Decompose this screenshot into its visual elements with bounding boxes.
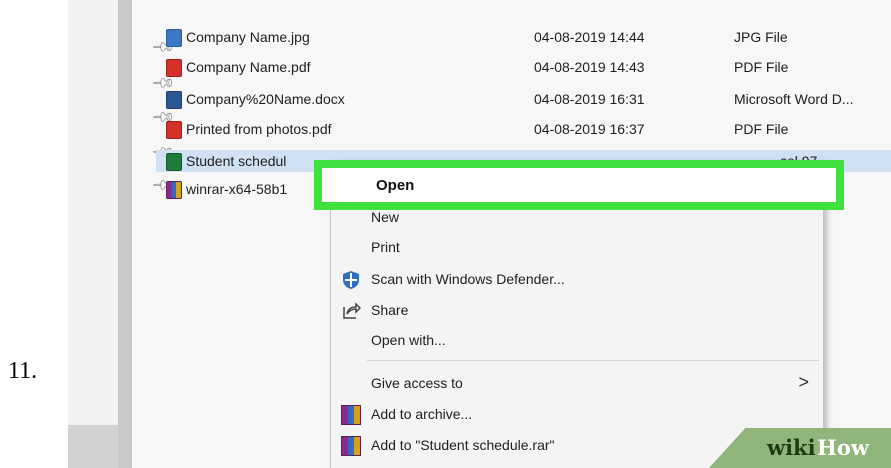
file-row[interactable]: Printed from photos.pdf 04-08-2019 16:37…: [156, 118, 891, 140]
menu-item-open-highlighted[interactable]: Open: [314, 160, 844, 210]
winrar-icon: [341, 405, 361, 425]
winrar-icon: [341, 436, 361, 456]
file-type: PDF File: [734, 59, 789, 75]
pdf-file-icon: [166, 121, 182, 139]
file-row[interactable]: Company Name.pdf 04-08-2019 14:43 PDF Fi…: [156, 56, 891, 78]
file-name: Company%20Name.docx: [186, 91, 345, 107]
file-name: Student schedul: [186, 153, 287, 169]
pane-splitter[interactable]: [118, 0, 132, 468]
excel-file-icon: [166, 153, 182, 171]
navigation-pane-footer: [68, 425, 118, 468]
menu-separator: [367, 360, 819, 361]
menu-item-print[interactable]: Print: [331, 233, 823, 263]
file-date: 04-08-2019 16:37: [534, 121, 645, 137]
pdf-file-icon: [166, 59, 182, 77]
navigation-pane: [68, 0, 118, 468]
file-date: 04-08-2019 14:44: [534, 29, 645, 45]
file-name: Company Name.jpg: [186, 29, 310, 45]
share-icon: [343, 302, 361, 319]
file-date: 04-08-2019 16:31: [534, 91, 645, 107]
file-name: Company Name.pdf: [186, 59, 311, 75]
watermark-wiki: wiki: [767, 435, 816, 460]
menu-item-label: Give access to: [371, 375, 463, 391]
watermark-how: How: [817, 435, 869, 460]
menu-item-label: Scan with Windows Defender...: [371, 271, 565, 287]
file-explorer-screenshot: 📌︎ 📌︎ 📌︎ 📌︎ 📌︎ Company Name.jpg 04-08-20…: [68, 0, 891, 468]
menu-item-label: Open with...: [371, 332, 446, 348]
menu-item-label: Print: [371, 239, 400, 255]
image-file-icon: [166, 29, 182, 47]
menu-item-share[interactable]: Share: [331, 296, 823, 326]
file-date: 04-08-2019 14:43: [534, 59, 645, 75]
menu-item-label: Add to "Student schedule.rar": [371, 437, 555, 453]
chevron-right-icon: >: [798, 372, 809, 392]
file-name: Printed from photos.pdf: [186, 121, 332, 137]
file-type: JPG File: [734, 29, 788, 45]
file-row[interactable]: Company%20Name.docx 04-08-2019 16:31 Mic…: [156, 88, 891, 110]
menu-item-open-label: Open: [376, 177, 415, 194]
menu-item-open-with[interactable]: Open with...: [331, 326, 823, 356]
menu-item-label: New: [371, 209, 400, 225]
file-row[interactable]: Company Name.jpg 04-08-2019 14:44 JPG Fi…: [156, 26, 891, 48]
windows-defender-icon: [343, 271, 359, 289]
step-number: 11.: [8, 358, 38, 384]
file-type: Microsoft Word D...: [734, 91, 854, 107]
file-name: winrar-x64-58b1: [186, 181, 288, 197]
word-file-icon: [166, 91, 182, 109]
menu-item-label: Share: [371, 302, 409, 318]
winrar-icon: [166, 181, 182, 199]
menu-item-label: Add to archive...: [371, 406, 473, 422]
menu-item-scan[interactable]: Scan with Windows Defender...: [331, 265, 823, 295]
menu-item-add-to-archive[interactable]: Add to archive...: [331, 400, 823, 430]
menu-item-give-access[interactable]: Give access to >: [331, 369, 823, 399]
file-type: PDF File: [734, 121, 789, 137]
